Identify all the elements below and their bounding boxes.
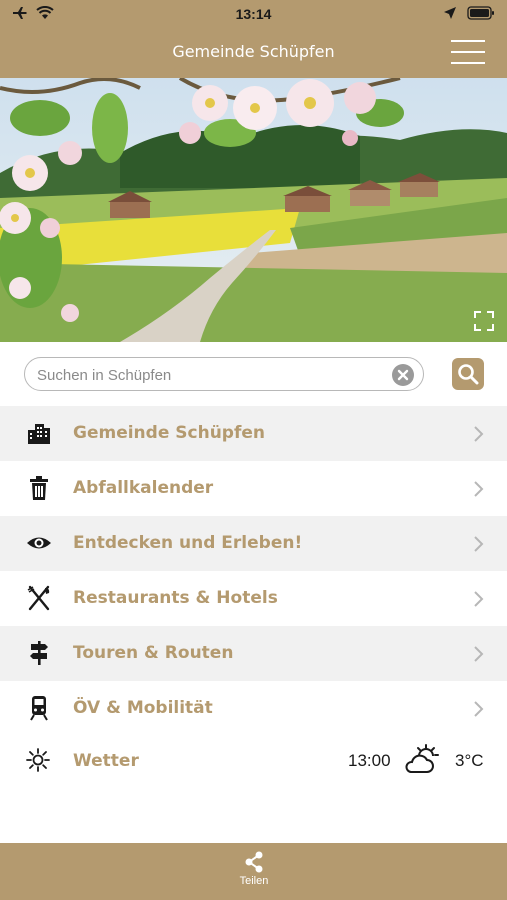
menu-item-touren[interactable]: Touren & Routen <box>0 626 507 681</box>
weather-time: 13:00 <box>348 751 391 770</box>
battery-icon <box>467 6 494 20</box>
fullscreen-icon[interactable] <box>473 310 495 332</box>
eye-icon <box>27 537 51 549</box>
search-row <box>0 342 507 406</box>
train-icon <box>30 696 48 721</box>
sun-icon <box>26 748 50 772</box>
menu-item-label: Restaurants & Hotels <box>73 588 278 608</box>
buildings-icon <box>28 424 50 444</box>
menu-item-gemeinde[interactable]: Gemeinde Schüpfen <box>0 406 507 461</box>
location-arrow-icon <box>444 7 456 19</box>
hamburger-line <box>451 40 485 42</box>
search-box <box>24 357 424 391</box>
menu-item-label: Touren & Routen <box>73 643 234 663</box>
chevron-right-icon <box>474 481 484 497</box>
chevron-right-icon <box>474 646 484 662</box>
search-icon <box>458 364 479 385</box>
weather-label: Wetter <box>73 751 139 771</box>
hamburger-menu-button[interactable] <box>451 40 485 64</box>
status-time: 13:14 <box>235 6 272 22</box>
trash-icon <box>30 476 48 500</box>
weather-row[interactable]: Wetter 13:00 3°C <box>0 736 507 786</box>
menu-item-oev[interactable]: ÖV & Mobilität <box>0 681 507 736</box>
share-button[interactable]: Teilen <box>224 851 284 895</box>
page-title: Gemeinde Schüpfen <box>172 42 335 61</box>
share-label: Teilen <box>239 875 269 887</box>
hamburger-line <box>451 62 485 64</box>
search-button[interactable] <box>452 358 484 390</box>
menu-item-entdecken[interactable]: Entdecken und Erleben! <box>0 516 507 571</box>
menu-item-abfallkalender[interactable]: Abfallkalender <box>0 461 507 516</box>
chevron-right-icon <box>474 536 484 552</box>
menu-item-label: Gemeinde Schüpfen <box>73 423 265 443</box>
chevron-right-icon <box>474 426 484 442</box>
menu-item-label: Entdecken und Erleben! <box>73 533 303 553</box>
status-right-icons <box>443 6 495 20</box>
landscape-illustration <box>0 78 507 342</box>
chevron-right-icon <box>474 591 484 607</box>
hamburger-line <box>451 51 485 53</box>
signpost-icon <box>30 641 48 665</box>
nav-bar: Gemeinde Schüpfen <box>0 28 507 78</box>
weather-temperature: 3°C <box>455 751 484 770</box>
menu-item-restaurants[interactable]: Restaurants & Hotels <box>0 571 507 626</box>
chevron-right-icon <box>474 701 484 717</box>
clear-search-button[interactable] <box>392 364 414 386</box>
bottom-bar: Teilen <box>0 843 507 900</box>
close-icon <box>397 369 409 381</box>
partly-cloudy-icon <box>405 744 439 773</box>
status-bar: 13:14 <box>0 0 507 28</box>
hero-image <box>0 78 507 342</box>
share-icon <box>245 851 263 873</box>
menu-item-label: Abfallkalender <box>73 478 214 498</box>
menu-item-label: ÖV & Mobilität <box>73 698 213 718</box>
menu-list: Gemeinde Schüpfen Abfallkalender Entdeck… <box>0 406 507 736</box>
cutlery-icon <box>27 585 50 611</box>
search-input[interactable] <box>37 364 387 386</box>
